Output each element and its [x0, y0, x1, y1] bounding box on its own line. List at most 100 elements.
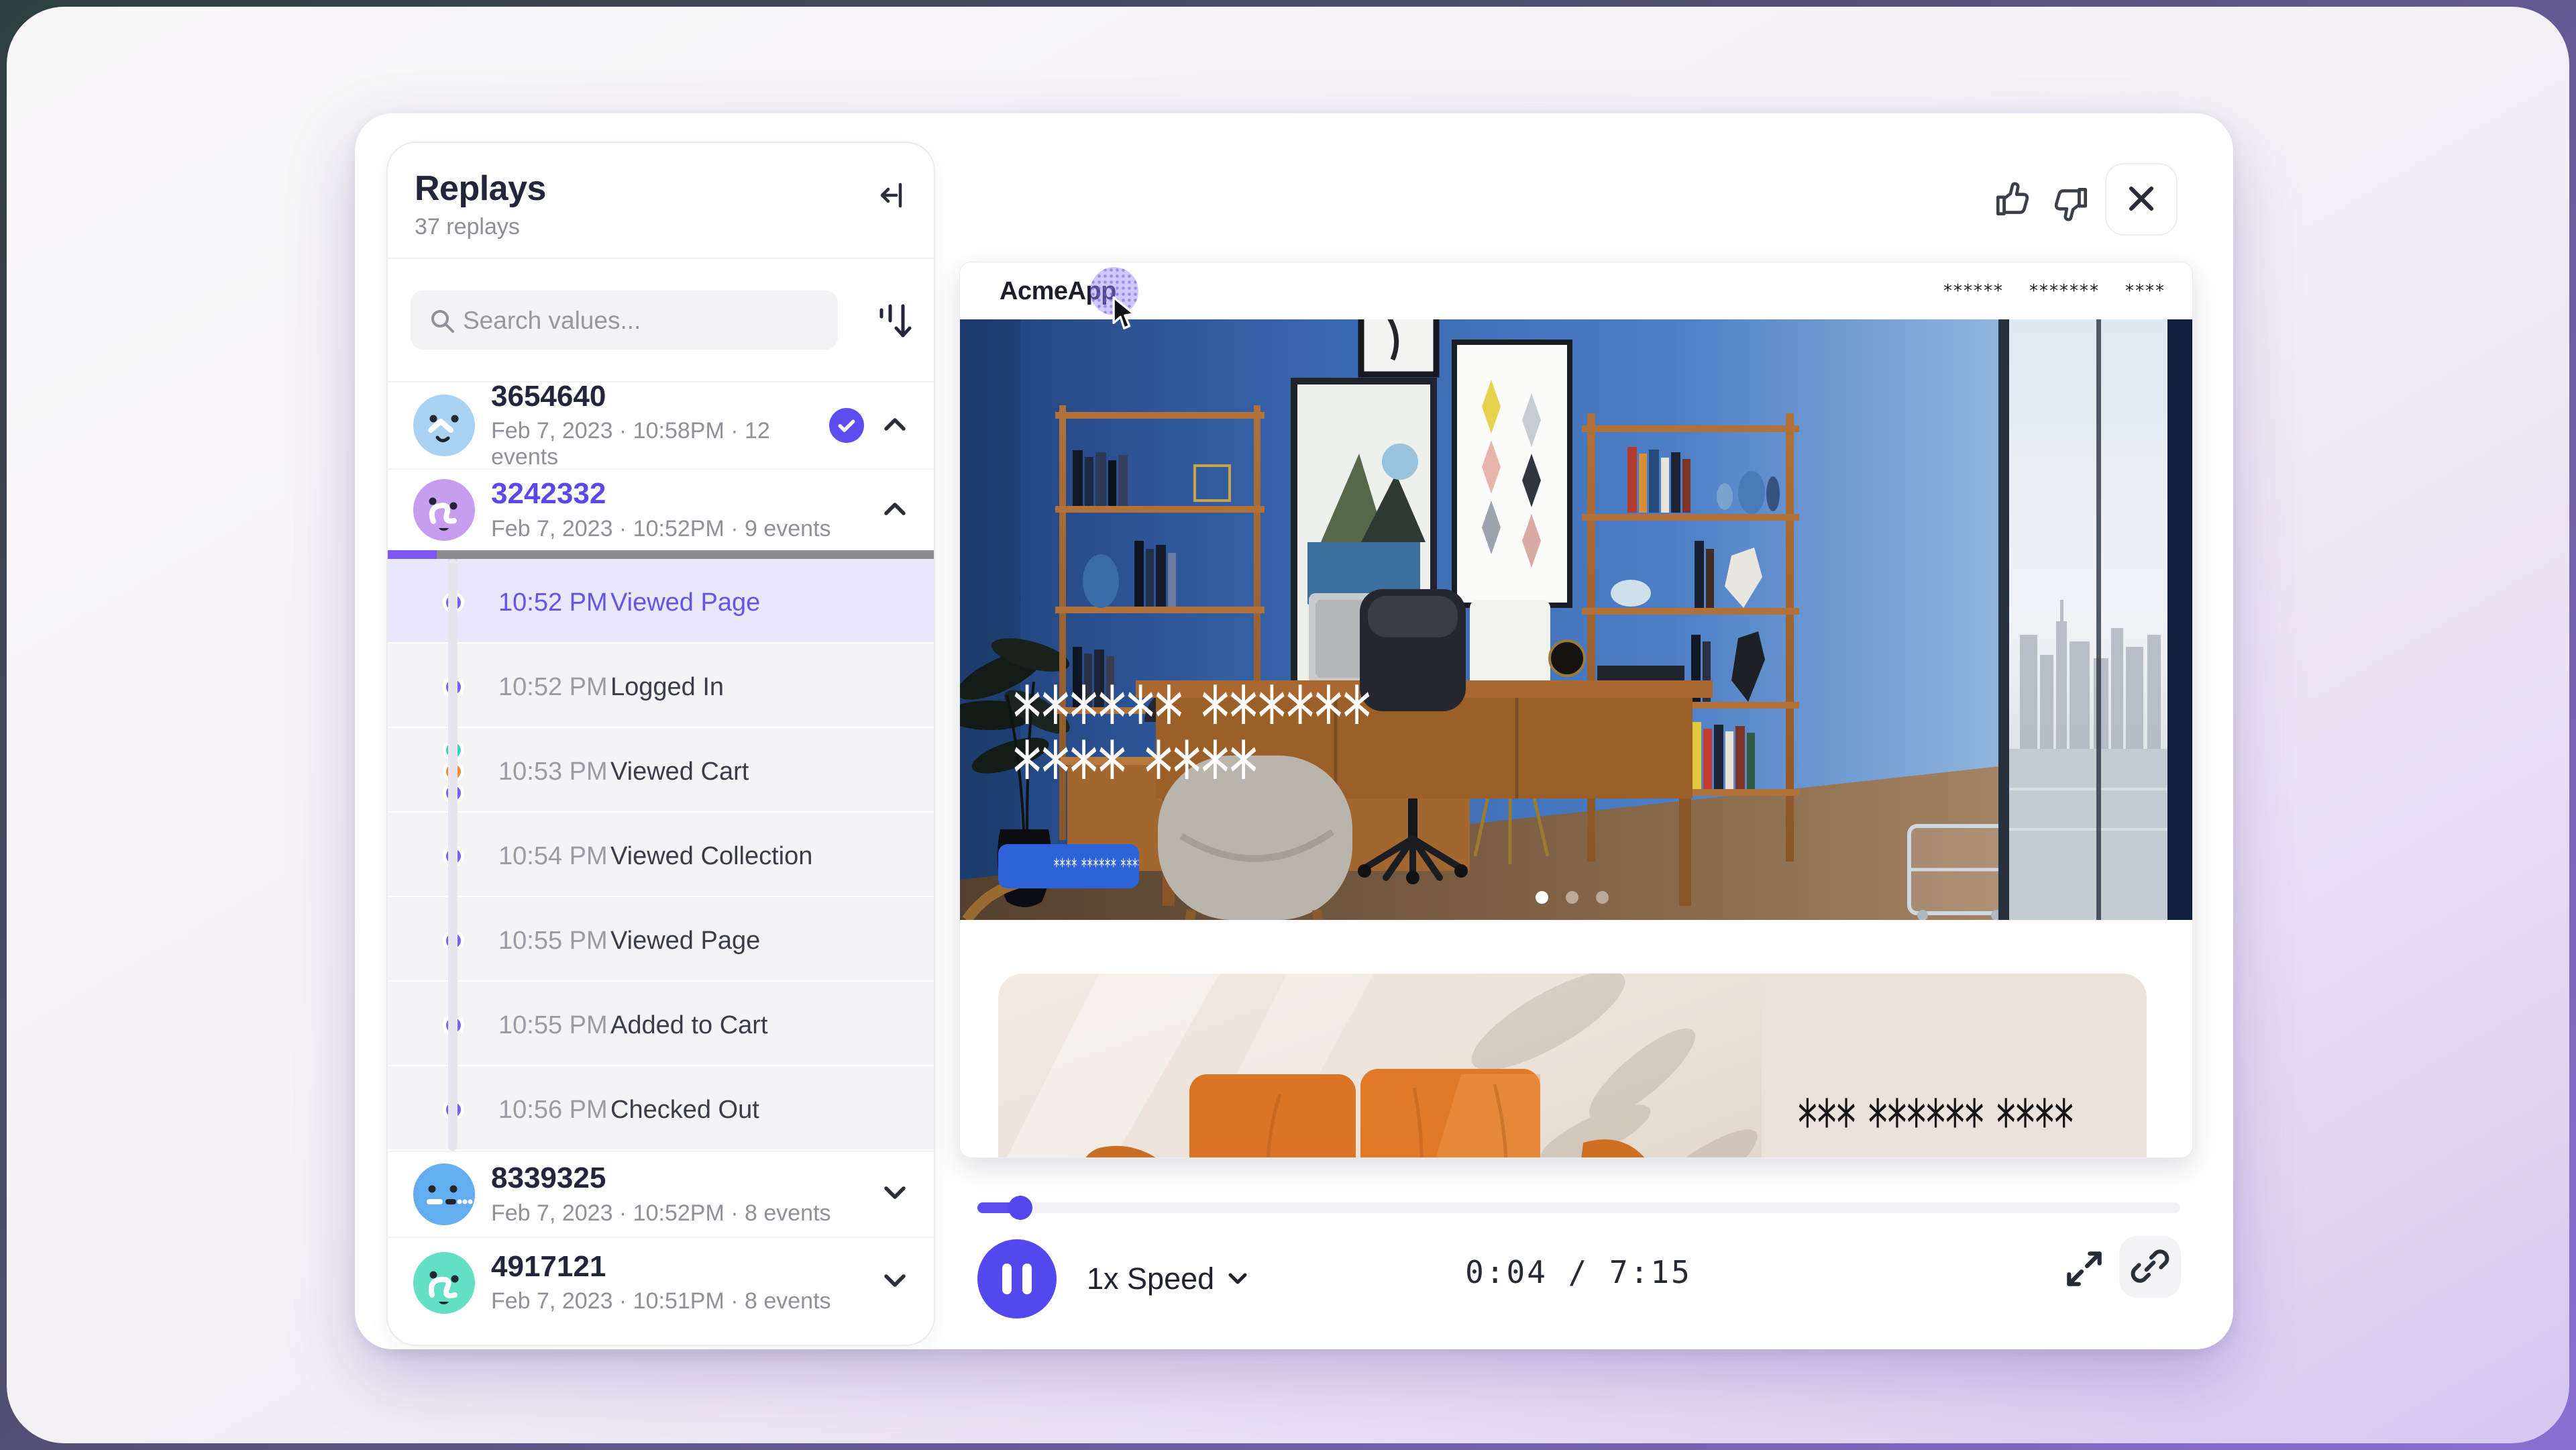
- sidebar-header: Replays 37 replays: [388, 143, 934, 259]
- session-row[interactable]: 8339325 Feb 7, 2023 · 10:52PM · 8 events: [388, 1151, 934, 1238]
- event-row[interactable]: 10:55 PM Added to Cart: [388, 982, 934, 1066]
- event-label: Checked Out: [610, 1096, 759, 1125]
- expand-icon: [2062, 1283, 2106, 1293]
- thumbs-down-button[interactable]: [2049, 183, 2094, 227]
- session-id: 4917121: [491, 1251, 881, 1283]
- event-row[interactable]: 10:53 PM Viewed Cart: [388, 728, 934, 813]
- chevron-up-icon[interactable]: [881, 499, 908, 521]
- carousel-dot: [1566, 891, 1578, 904]
- avatar: [413, 395, 475, 456]
- link-icon: [2131, 1247, 2169, 1288]
- thumbs-down-icon: [2049, 219, 2094, 229]
- session-load-progress: [388, 550, 934, 559]
- pause-icon: [1002, 1263, 1012, 1294]
- content-caption: *** ****** ****: [1798, 1086, 2074, 1158]
- thumbs-up-icon: [1991, 214, 2035, 224]
- event-label: Viewed Cart: [610, 758, 749, 786]
- hero-office-photo: [960, 319, 2192, 920]
- replayed-nav-item: ******: [1943, 281, 2004, 301]
- content-caption-panel: *** ****** ****: [1762, 974, 2147, 1158]
- session-list: 3654640 Feb 7, 2023 · 10:58PM · 12 event…: [388, 382, 934, 1345]
- replayed-nav-item: ****: [2125, 281, 2165, 301]
- event-label: Viewed Page: [610, 927, 760, 955]
- page-title: Replays: [415, 168, 546, 209]
- replayed-content-card: *** ****** ****: [998, 974, 2147, 1158]
- avatar: [413, 479, 475, 541]
- session-meta: Feb 7, 2023 · 10:58PM · 12 events: [491, 418, 829, 470]
- hero-cta-button: **** ****** **********: [998, 844, 1139, 888]
- collapse-sidebar-button[interactable]: [876, 178, 911, 213]
- event-time: 10:54 PM: [498, 842, 608, 871]
- cursor-icon: [1110, 296, 1141, 337]
- replayed-page-navbar: AcmeApp ****** ******* ****: [960, 262, 2192, 319]
- session-meta: Feb 7, 2023 · 10:52PM · 8 events: [491, 1200, 881, 1227]
- window-city-view: [1998, 319, 2192, 920]
- event-time: 10:53 PM: [498, 758, 608, 786]
- hero-cta-label: **** ****** **********: [1054, 855, 1139, 878]
- event-label: Added to Cart: [610, 1011, 767, 1040]
- sort-descending-icon: [873, 337, 916, 347]
- search-input[interactable]: [462, 291, 826, 351]
- event-row[interactable]: 10:55 PM Viewed Page: [388, 897, 934, 982]
- speed-selector[interactable]: 1x Speed: [1083, 1249, 1253, 1309]
- session-id: 3654640: [491, 380, 829, 413]
- session-id: 3242332: [491, 478, 881, 510]
- avatar: [413, 1252, 475, 1314]
- event-label: Viewed Collection: [610, 842, 812, 871]
- chevron-up-icon[interactable]: [881, 415, 908, 437]
- replay-viewport: AcmeApp ****** ******* ****: [959, 262, 2193, 1158]
- replays-sidebar: Replays 37 replays: [386, 142, 935, 1346]
- timeline-line: [448, 559, 458, 1151]
- avatar: [413, 1163, 475, 1225]
- playback-progress-thumb[interactable]: [1008, 1196, 1032, 1220]
- hero-headline-line2: **** ****: [1013, 747, 1371, 802]
- pause-button[interactable]: [977, 1239, 1057, 1318]
- event-time: 10:55 PM: [498, 1011, 608, 1040]
- event-time: 10:52 PM: [498, 588, 608, 617]
- event-row-selected[interactable]: 10:52 PM Viewed Page: [388, 559, 934, 643]
- event-time: 10:52 PM: [498, 673, 608, 702]
- hero-headline: ****** ****** **** ****: [1013, 692, 1556, 802]
- session-row-selected[interactable]: 3242332 Feb 7, 2023 · 10:52PM · 9 events: [388, 470, 934, 550]
- copy-link-button[interactable]: [2119, 1236, 2181, 1298]
- event-row[interactable]: 10:54 PM Viewed Collection: [388, 813, 934, 897]
- event-time: 10:55 PM: [498, 927, 608, 955]
- watched-check-badge: [829, 408, 864, 443]
- chevron-down-icon[interactable]: [881, 1272, 908, 1294]
- replay-modal: Replays 37 replays: [355, 113, 2233, 1349]
- session-meta: Feb 7, 2023 · 10:51PM · 8 events: [491, 1288, 881, 1314]
- replayed-hero-section: ****** ****** **** **** **** ****** ****…: [960, 319, 2192, 920]
- speed-label: 1x Speed: [1087, 1261, 1214, 1296]
- search-icon: [428, 307, 458, 340]
- event-label: Logged In: [610, 673, 724, 702]
- bar-cart: [1909, 826, 2010, 920]
- search-box: [411, 291, 838, 350]
- sofa-photo: [998, 974, 1762, 1158]
- close-icon: [2126, 183, 2157, 216]
- carousel-dots: [1536, 891, 1609, 904]
- replayed-nav-item: *******: [2029, 281, 2100, 301]
- event-label: Viewed Page: [610, 588, 760, 617]
- carousel-dot: [1596, 891, 1609, 904]
- event-row[interactable]: 10:56 PM Checked Out: [388, 1066, 934, 1151]
- close-button[interactable]: [2105, 163, 2178, 236]
- replay-count: 37 replays: [415, 214, 520, 240]
- sort-filter-button[interactable]: [873, 298, 916, 345]
- session-row[interactable]: 4917121 Feb 7, 2023 · 10:51PM · 8 events: [388, 1238, 934, 1327]
- app-window: Replays 37 replays: [7, 7, 2569, 1443]
- event-timeline: 10:52 PM Viewed Page 10:52 PM Logged In …: [388, 559, 934, 1151]
- fullscreen-button[interactable]: [2062, 1247, 2106, 1291]
- event-row[interactable]: 10:52 PM Logged In: [388, 643, 934, 728]
- chevron-down-icon[interactable]: [881, 1184, 908, 1206]
- carousel-dot-active: [1536, 891, 1548, 904]
- collapse-panel-icon: [876, 205, 911, 215]
- chevron-down-icon: [1226, 1270, 1249, 1288]
- session-id: 8339325: [491, 1162, 881, 1194]
- session-meta: Feb 7, 2023 · 10:52PM · 9 events: [491, 516, 881, 542]
- time-display: 0:04 / 7:15: [1310, 1254, 1847, 1290]
- event-time: 10:56 PM: [498, 1096, 608, 1125]
- session-row[interactable]: 3654640 Feb 7, 2023 · 10:58PM · 12 event…: [388, 382, 934, 470]
- thumbs-up-button[interactable]: [1991, 178, 2035, 222]
- playback-progress-track[interactable]: [977, 1202, 2180, 1213]
- search-row: [388, 259, 934, 382]
